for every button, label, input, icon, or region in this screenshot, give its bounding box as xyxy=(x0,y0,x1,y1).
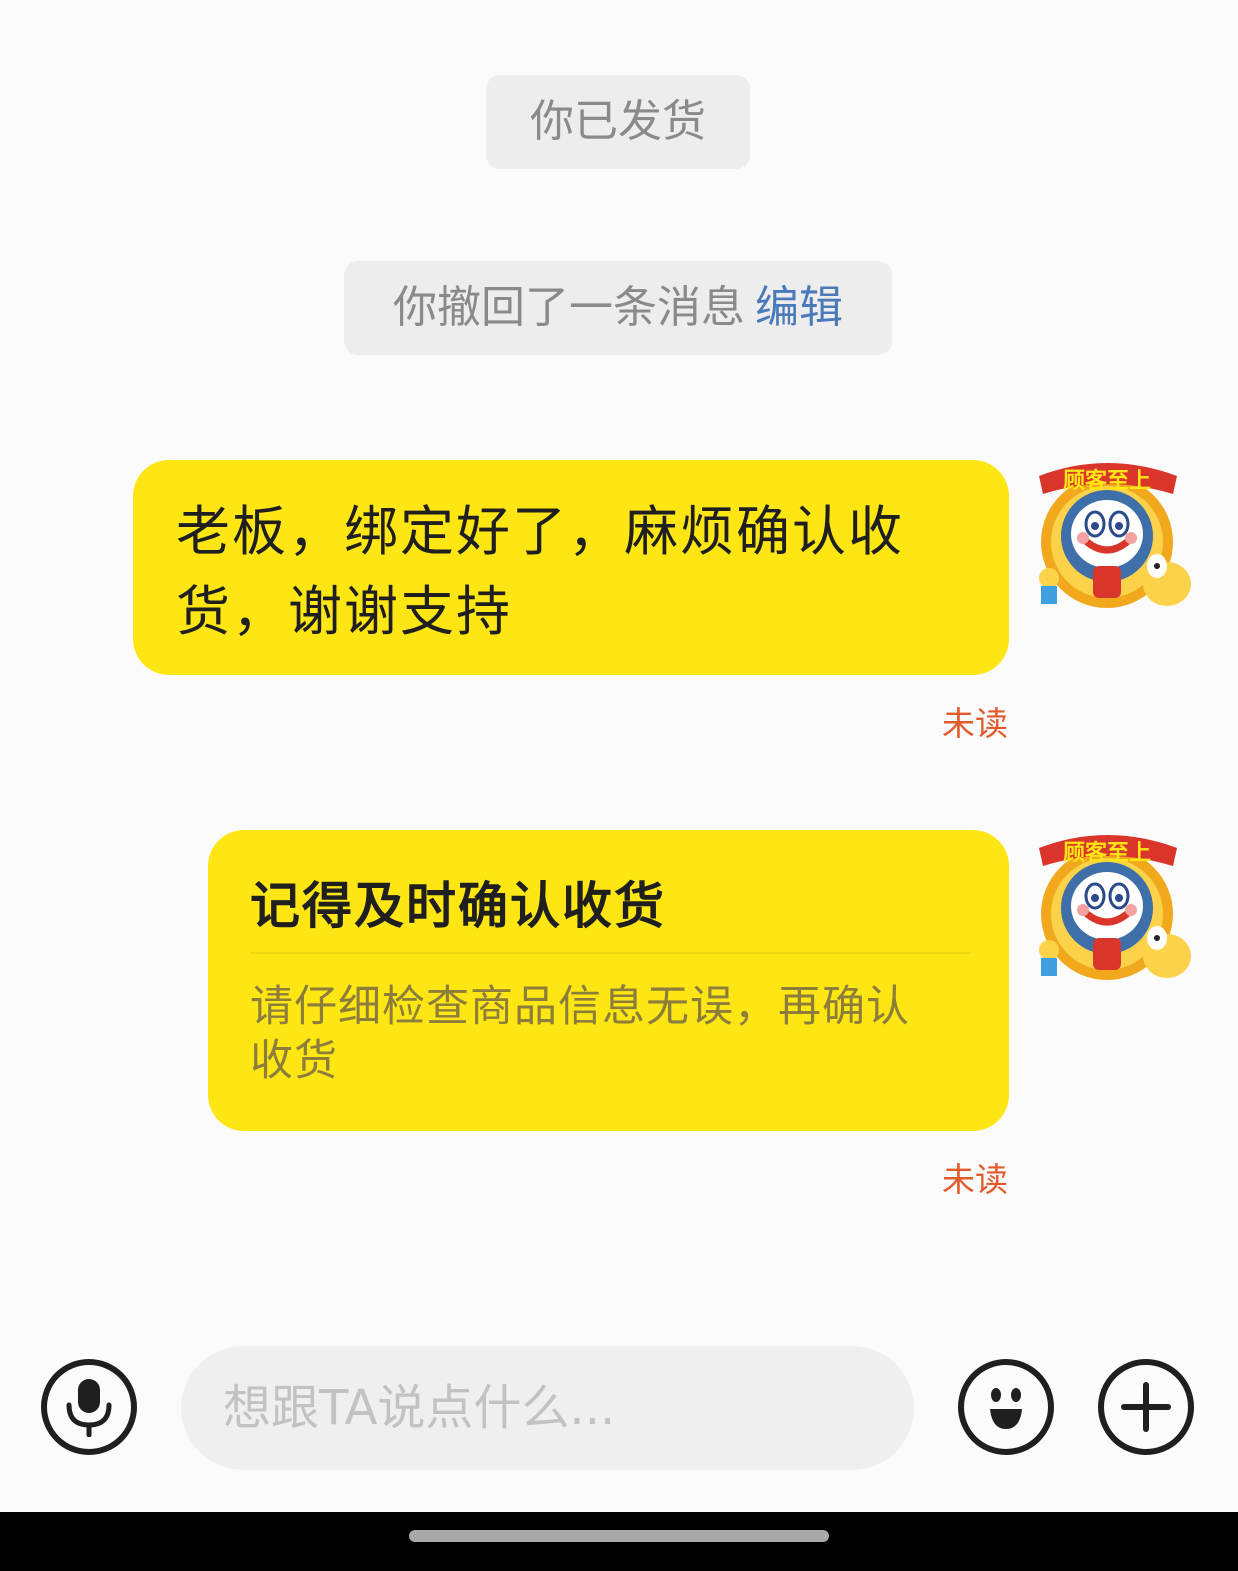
system-message-text: 你撤回了一条消息 xyxy=(393,282,745,333)
message-card[interactable]: 记得及时确认收货 请仔细检查商品信息无误，再确认收货 xyxy=(208,830,1009,1131)
system-message-recalled: 你撤回了一条消息 编辑 xyxy=(344,261,892,355)
avatar[interactable]: 顾客至上 xyxy=(1027,826,1197,986)
voice-button[interactable] xyxy=(41,1359,137,1455)
chat-screen: 你已发货 你撤回了一条消息 编辑 老板，绑定好了，麻烦确认收 货，谢谢支持 未读 … xyxy=(0,0,1238,1571)
message-text-line: 老板，绑定好了，麻烦确认收 xyxy=(176,500,904,563)
message-input[interactable] xyxy=(181,1346,914,1470)
more-button[interactable] xyxy=(1098,1359,1194,1455)
clown-mascot-avatar-icon: 顾客至上 xyxy=(1039,463,1191,608)
avatar[interactable]: 顾客至上 xyxy=(1027,454,1197,614)
unread-status: 未读 xyxy=(942,1160,1008,1199)
message-bubble[interactable]: 老板，绑定好了，麻烦确认收 货，谢谢支持 xyxy=(133,460,1009,675)
system-message-text: 你已发货 xyxy=(530,96,706,147)
system-nav-bar xyxy=(0,1512,1238,1571)
emoji-button[interactable] xyxy=(958,1359,1054,1455)
system-message-shipped: 你已发货 xyxy=(486,75,750,169)
microphone-icon xyxy=(66,1379,112,1437)
edit-link[interactable]: 编辑 xyxy=(755,282,843,333)
avatar-badge-text: 顾客至上 xyxy=(1063,468,1151,494)
card-divider xyxy=(250,952,971,954)
plus-icon xyxy=(1121,1382,1171,1432)
card-title: 记得及时确认收货 xyxy=(250,877,666,935)
input-bar xyxy=(0,1340,1238,1480)
home-indicator[interactable] xyxy=(409,1530,829,1542)
card-body: 请仔细检查商品信息无误，再确认收货 xyxy=(250,982,910,1086)
message-text: 老板，绑定好了，麻烦确认收 货，谢谢支持 xyxy=(176,492,966,652)
message-text-line: 货，谢谢支持 xyxy=(176,580,512,643)
smiley-face-icon xyxy=(990,1388,1022,1429)
unread-status: 未读 xyxy=(942,704,1008,743)
clown-mascot-avatar-icon: 顾客至上 xyxy=(1039,835,1191,980)
avatar-badge-text: 顾客至上 xyxy=(1063,840,1151,866)
